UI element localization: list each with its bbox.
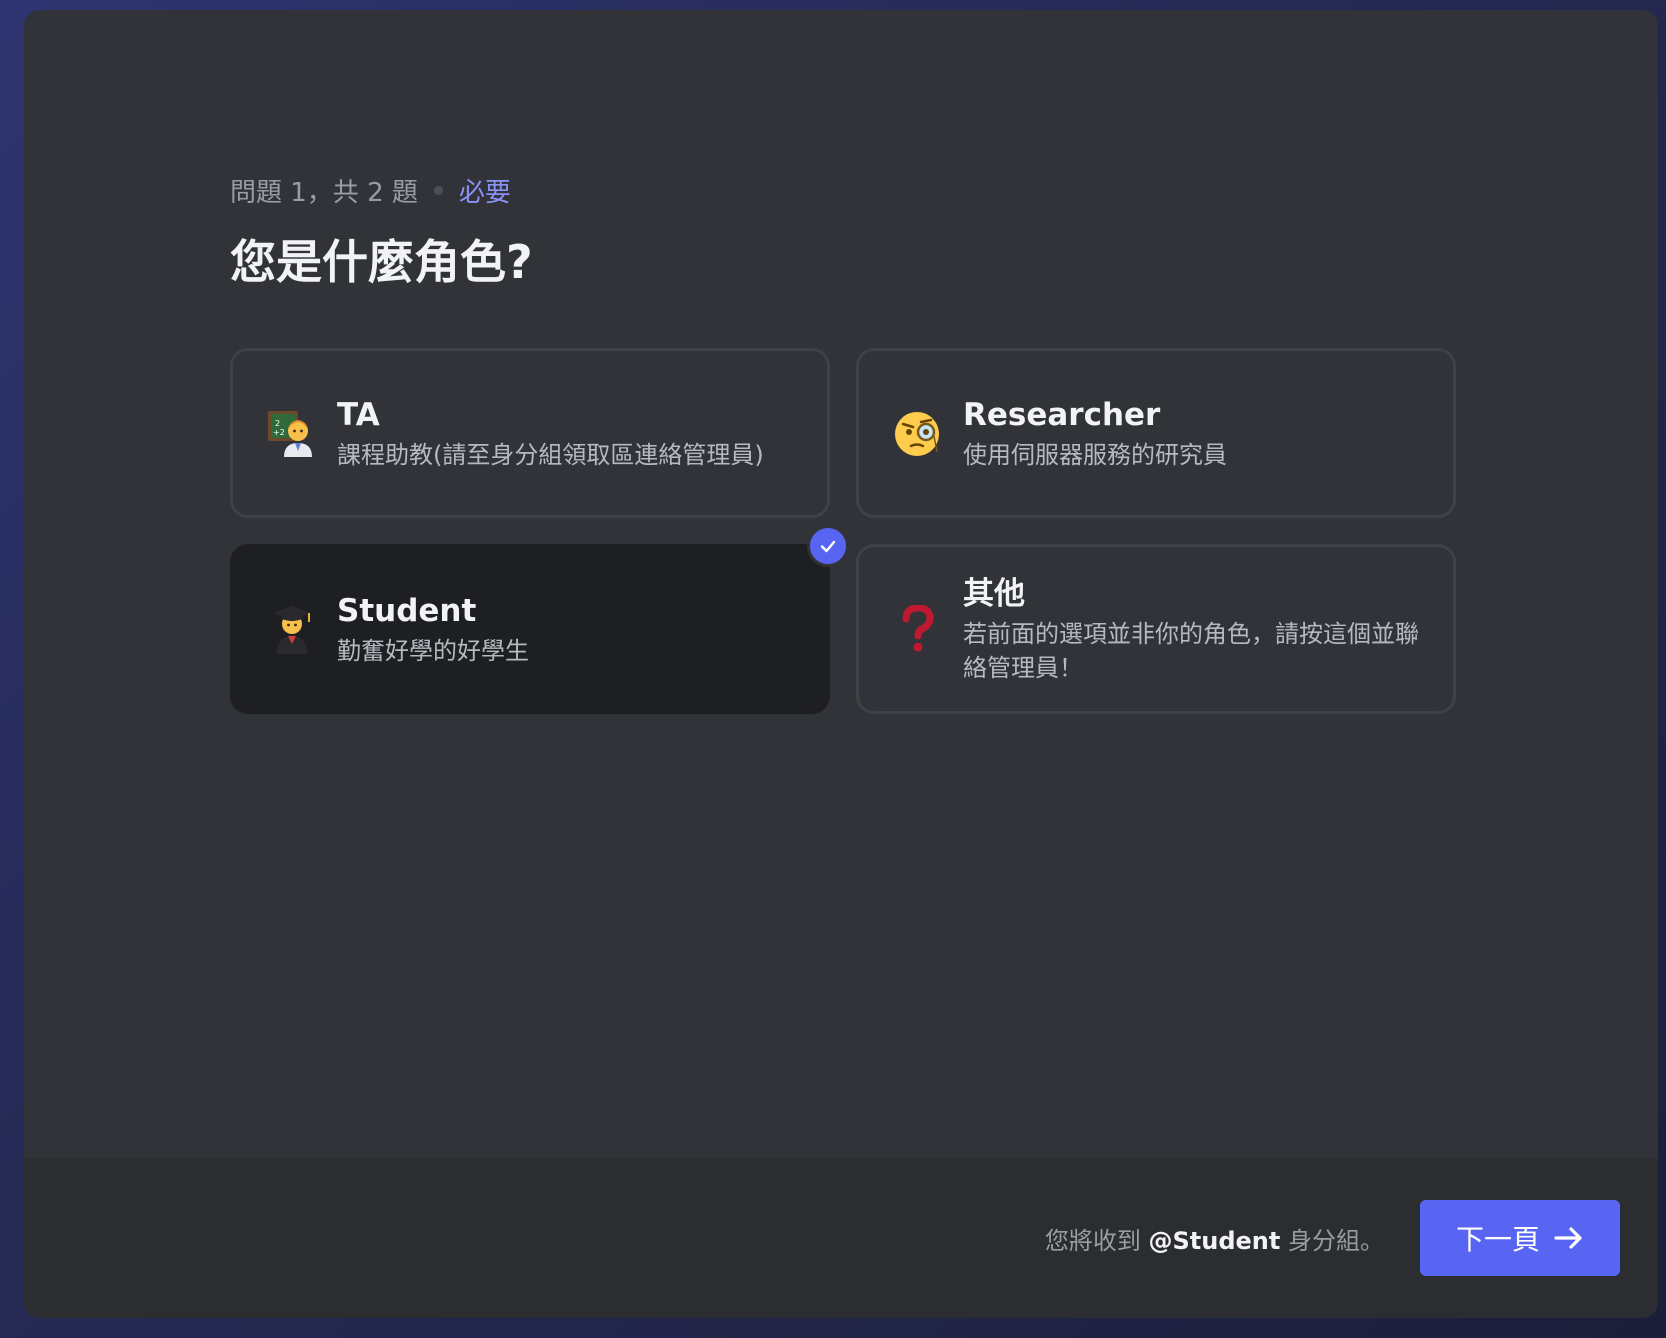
next-page-label: 下一頁 xyxy=(1455,1223,1540,1256)
options-grid: 2 +2 TA 課程助教(請至身分組領取區連絡管理員) Researcher 使… xyxy=(230,348,1456,714)
role-mention: @Student xyxy=(1148,1226,1281,1255)
option-researcher[interactable]: Researcher 使用伺服器服務的研究員 xyxy=(856,348,1456,518)
role-notice: 您將收到 @Student 身分組。 xyxy=(1045,1221,1384,1256)
option-name: Student xyxy=(337,593,477,629)
question-content: 問題 1，共 2 題 必要 您是什麼角色? 2 +2 TA 課程助教(請至身分組… xyxy=(230,170,1480,714)
role-notice-suffix: 身分組。 xyxy=(1288,1226,1384,1255)
teacher-icon: 2 +2 xyxy=(263,404,321,462)
separator-dot xyxy=(433,185,443,195)
option-name: TA xyxy=(337,397,380,433)
selected-check-icon xyxy=(807,525,849,567)
role-notice-prefix: 您將收到 xyxy=(1044,1226,1141,1255)
question-title: 您是什麼角色? xyxy=(230,235,533,289)
svg-text:+2: +2 xyxy=(273,428,285,437)
option-name: 其他 xyxy=(963,576,1025,612)
option-other[interactable]: 其他 若前面的選項並非你的角色，請按這個並聯絡管理員！ xyxy=(856,544,1456,714)
question-meta: 問題 1，共 2 題 必要 xyxy=(230,170,1480,210)
question-mark-icon xyxy=(889,600,947,658)
option-description: 若前面的選項並非你的角色，請按這個並聯絡管理員！ xyxy=(963,620,1419,682)
question-progress: 問題 1，共 2 題 xyxy=(230,177,418,208)
option-ta[interactable]: 2 +2 TA 課程助教(請至身分組領取區連絡管理員) xyxy=(230,348,830,518)
option-name: Researcher xyxy=(963,397,1161,433)
option-student[interactable]: Student 勤奮好學的好學生 xyxy=(230,525,849,714)
option-description: 課程助教(請至身分組領取區連絡管理員) xyxy=(337,441,764,469)
arrow-right-icon xyxy=(1554,1227,1582,1249)
onboarding-modal: 問題 1，共 2 題 必要 您是什麼角色? 2 +2 TA 課程助教(請至身分組… xyxy=(24,10,1658,1318)
option-description: 勤奮好學的好學生 xyxy=(337,637,529,665)
face-with-monocle-icon xyxy=(889,404,947,462)
modal-footer: 您將收到 @Student 身分組。 下一頁 xyxy=(24,1158,1658,1318)
student-icon xyxy=(263,600,321,658)
option-description: 使用伺服器服務的研究員 xyxy=(963,441,1227,469)
next-page-button[interactable]: 下一頁 xyxy=(1420,1200,1620,1276)
required-label: 必要 xyxy=(458,177,511,208)
svg-text:2: 2 xyxy=(275,419,280,428)
